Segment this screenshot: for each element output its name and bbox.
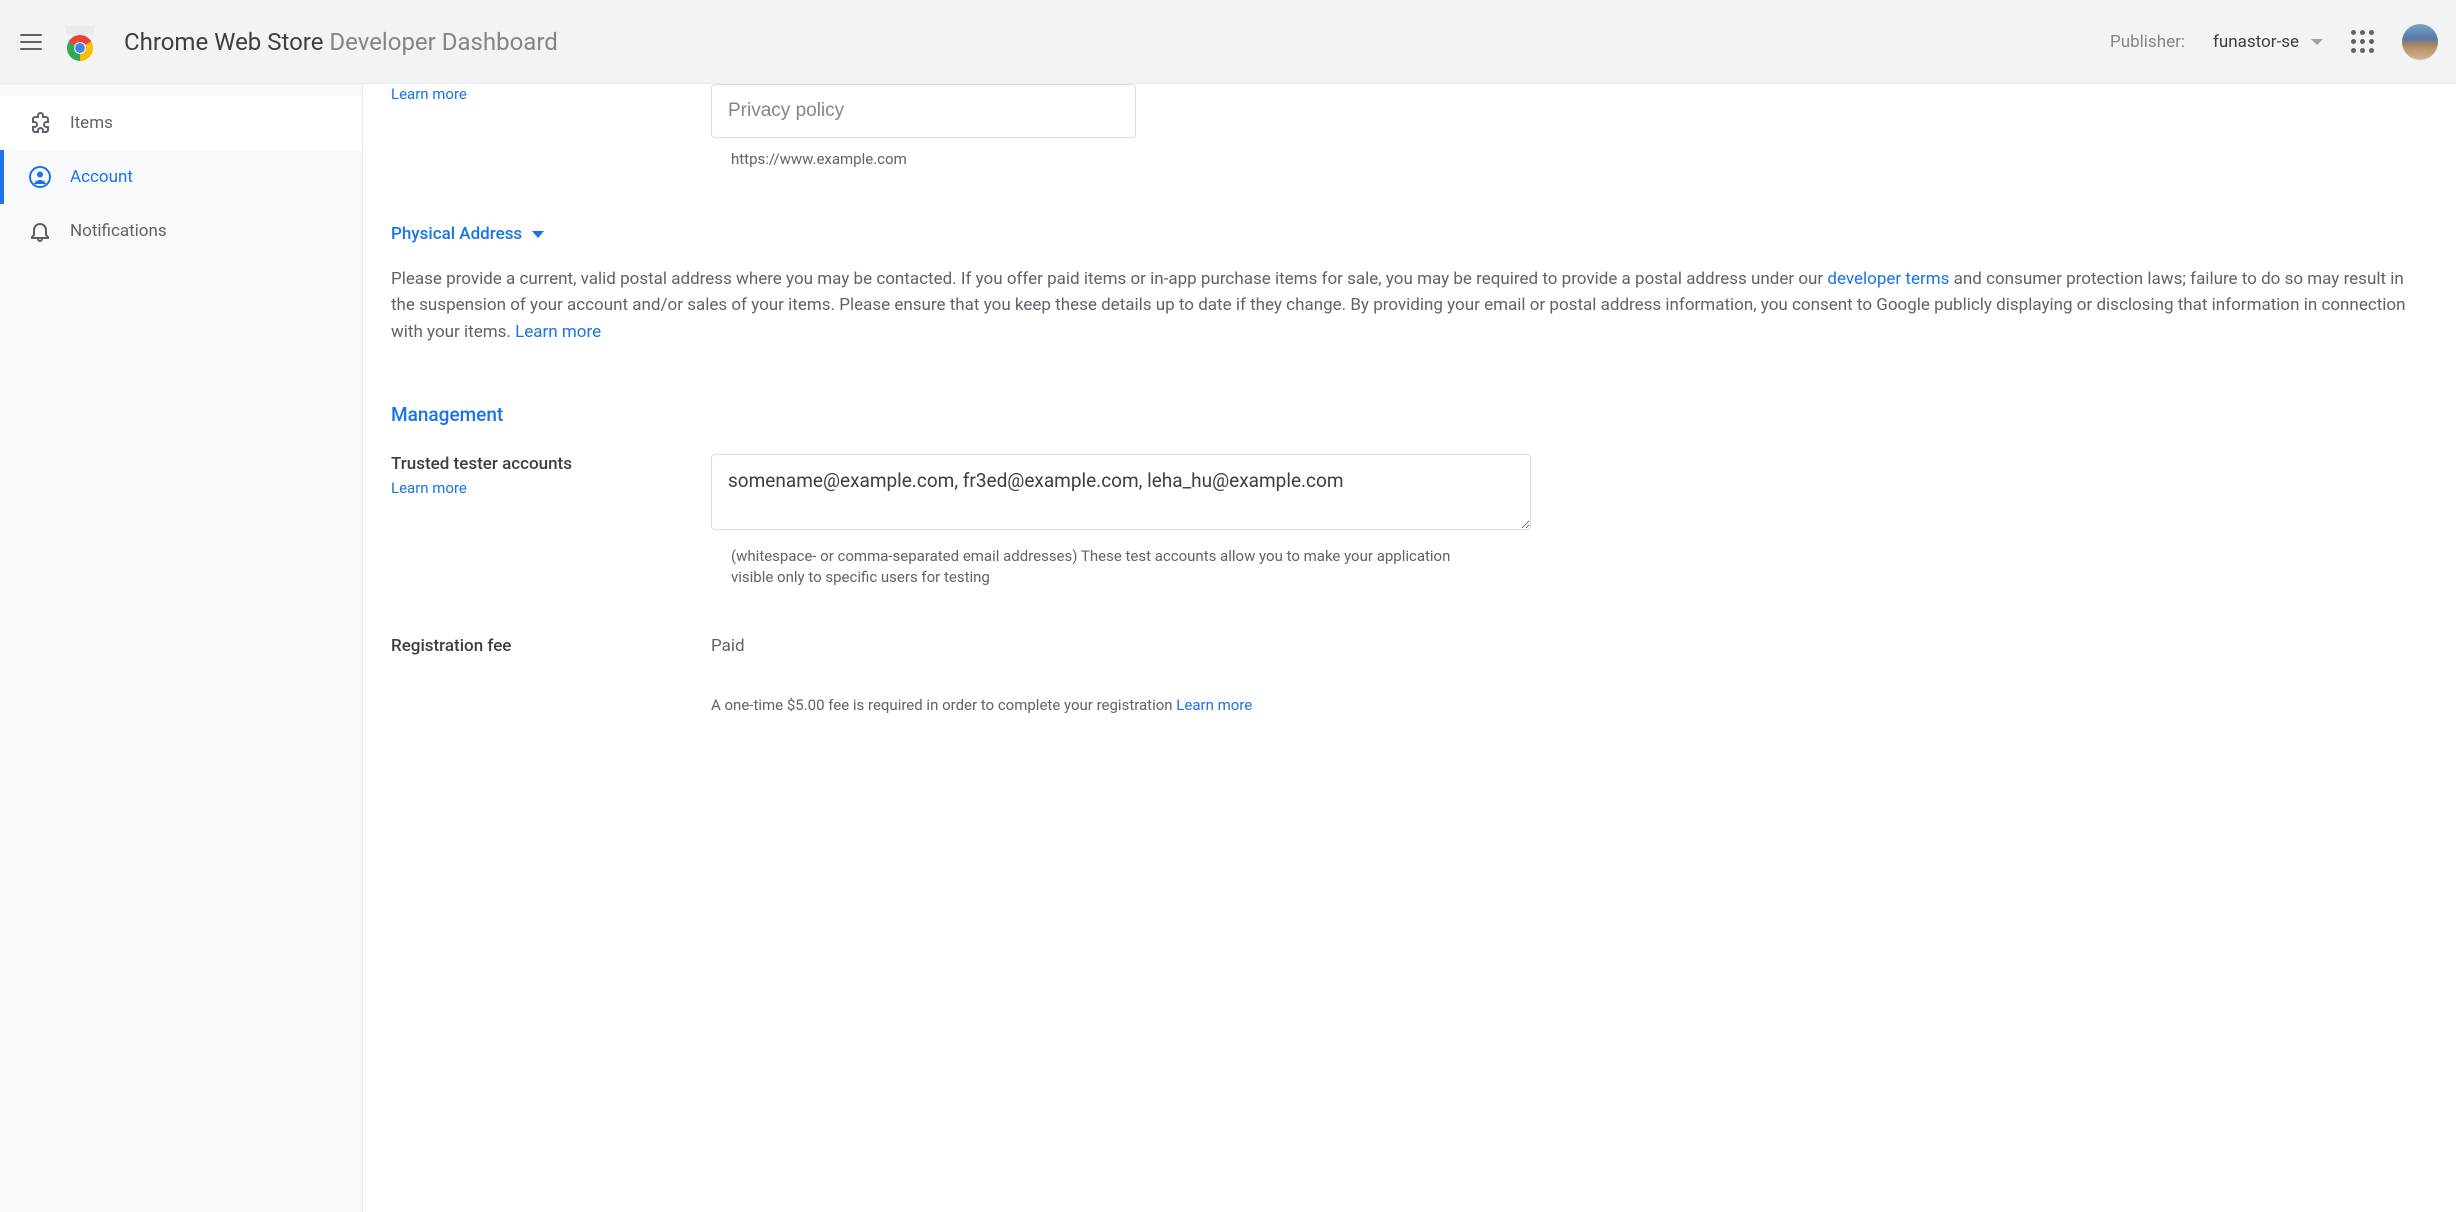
header-left: Chrome Web Store Developer Dashboard (18, 22, 558, 62)
publisher-value: funastor-se (2213, 32, 2299, 52)
physical-address-title: Physical Address (391, 224, 522, 244)
main-content: Learn more https://www.example.com Physi… (363, 84, 2456, 1212)
sidebar: Items Account Notifications (0, 84, 363, 1212)
trusted-testers-learn-more-link[interactable]: Learn more (391, 479, 467, 497)
sidebar-item-items[interactable]: Items (0, 96, 362, 150)
sidebar-item-label: Account (70, 167, 133, 187)
privacy-policy-input[interactable] (711, 84, 1136, 138)
account-icon (28, 165, 52, 189)
user-avatar[interactable] (2402, 24, 2438, 60)
sidebar-item-label: Notifications (70, 221, 167, 241)
physical-address-text: Please provide a current, valid postal a… (391, 266, 2428, 345)
sidebar-item-label: Items (70, 113, 113, 133)
publisher-dropdown[interactable]: funastor-se (2213, 32, 2323, 52)
page-title: Chrome Web Store Developer Dashboard (124, 28, 558, 56)
header-right: Publisher: funastor-se (2110, 24, 2438, 60)
developer-terms-link[interactable]: developer terms (1827, 269, 1949, 289)
dropdown-arrow-icon (2311, 39, 2323, 45)
physical-address-learn-more-link[interactable]: Learn more (515, 322, 601, 342)
registration-fee-label: Registration fee (391, 636, 681, 656)
trusted-testers-label: Trusted tester accounts (391, 454, 681, 474)
publisher-label: Publisher: (2110, 32, 2185, 52)
registration-fee-helper: A one-time $5.00 fee is required in orde… (711, 696, 1533, 714)
chrome-web-store-logo-icon (60, 22, 100, 62)
trusted-testers-helper: (whitespace- or comma-separated email ad… (711, 546, 1491, 588)
extension-icon (28, 111, 52, 135)
sidebar-item-notifications[interactable]: Notifications (0, 204, 362, 258)
chevron-down-icon (532, 231, 544, 238)
privacy-helper: https://www.example.com (711, 150, 1533, 168)
physical-address-header[interactable]: Physical Address (391, 224, 2428, 244)
management-title: Management (391, 403, 2428, 426)
title-main: Chrome Web Store (124, 28, 323, 56)
bell-icon (28, 219, 52, 243)
google-apps-icon[interactable] (2351, 30, 2374, 53)
privacy-learn-more-link[interactable]: Learn more (391, 85, 467, 103)
sidebar-item-account[interactable]: Account (0, 150, 362, 204)
title-sub: Developer Dashboard (329, 28, 557, 56)
app-header: Chrome Web Store Developer Dashboard Pub… (0, 0, 2456, 84)
menu-icon[interactable] (18, 28, 46, 56)
registration-fee-value: Paid (711, 636, 1533, 656)
registration-fee-learn-more-link[interactable]: Learn more (1176, 696, 1252, 714)
trusted-testers-textarea[interactable] (711, 454, 1531, 530)
